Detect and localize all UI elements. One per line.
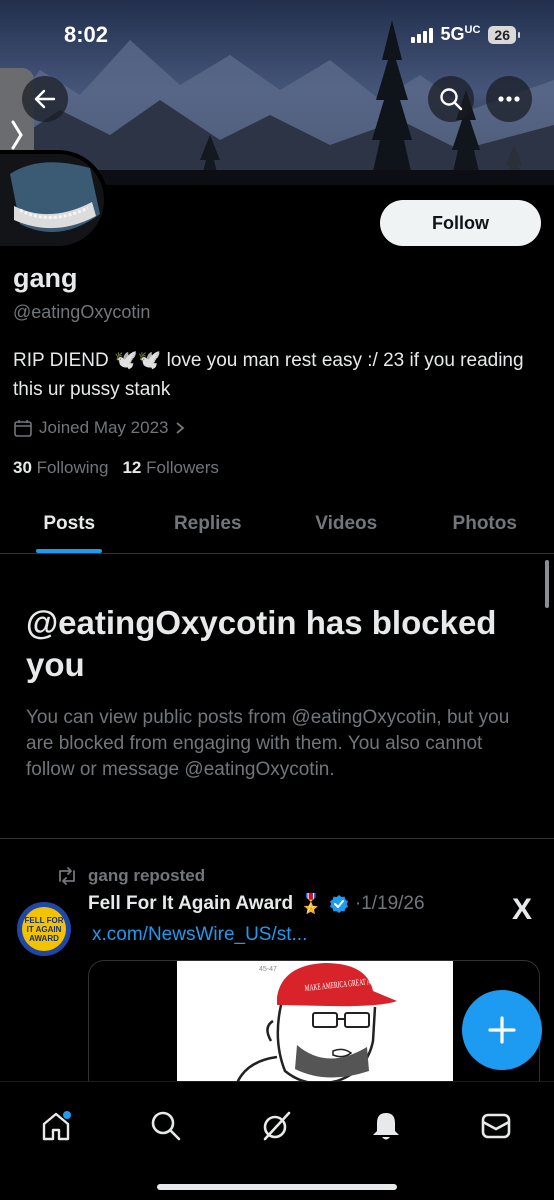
blocked-title: @eatingOxycotin has blocked you [26,604,497,683]
post-link[interactable]: x.com/NewsWire_US/st... [92,924,307,946]
tab-replies[interactable]: Replies [139,494,278,553]
calendar-icon [14,420,32,437]
repost-label: gang reposted [88,866,206,885]
medal-badge-icon: 🎖️ [299,894,323,915]
mail-icon [481,1113,511,1139]
repost-indicator[interactable]: gang reposted [56,866,205,886]
svg-text:45-47: 45-47 [259,966,277,973]
followers-link[interactable]: 12 Followers [122,458,218,478]
divider [0,838,554,839]
chevron-right-icon [176,422,185,434]
battery-indicator: 26 [488,25,520,44]
more-button[interactable] [486,76,532,122]
post-date: ·1/19/26 [354,893,425,914]
joined-date[interactable]: Joined May 2023 [13,418,186,438]
compose-button[interactable] [462,990,542,1070]
post-author-name[interactable]: Fell For It Again Award [88,893,293,915]
profile-name: gang [13,263,78,293]
profile-bio: RIP DIEND 🕊️🕊️ love you man rest easy :/… [13,350,524,400]
follow-counts: 30 Following 12 Followers [13,458,219,478]
more-icon [498,96,520,102]
chevron-right-icon [11,120,23,150]
x-logo-icon[interactable]: X [512,893,532,927]
profile-handle: @eatingOxycotin [13,302,151,322]
blocked-description: You can view public posts from @eatingOx… [26,707,510,780]
tab-photos[interactable]: Photos [416,494,554,553]
nav-messages[interactable] [474,1104,518,1148]
bottom-navigation [0,1081,554,1200]
nav-grok[interactable] [254,1104,298,1148]
status-bar: 8:02 5GUC 26 [0,0,554,70]
profile-tabs: Posts Replies Videos Photos [0,494,554,554]
plus-icon [488,1016,516,1044]
status-time: 8:02 [64,22,109,47]
signal-icon [410,27,433,43]
profile-avatar[interactable] [0,150,108,250]
network-type: 5GUC [440,24,481,44]
nav-notifications[interactable] [364,1104,408,1148]
grok-icon [263,1111,291,1141]
search-icon [440,88,463,111]
nav-home[interactable] [34,1104,78,1148]
search-button[interactable] [428,76,474,122]
avatar-logo-text: FELL FOR IT AGAIN AWARD [22,907,66,951]
search-icon [151,1111,181,1141]
home-icon [42,1111,71,1141]
bell-icon [373,1113,399,1140]
nav-search[interactable] [144,1104,188,1148]
verified-icon [329,895,348,913]
status-indicators: 5GUC 26 [410,24,520,45]
meme-image: MAKE AMERICA GREAT AGAIN 45-47 [177,961,453,1082]
joined-label: Joined May 2023 [39,418,169,437]
tab-videos[interactable]: Videos [277,494,416,553]
back-button[interactable] [22,76,68,122]
tab-posts[interactable]: Posts [0,494,139,553]
scrollbar[interactable] [545,560,549,608]
post-author-avatar[interactable]: FELL FOR IT AGAIN AWARD [17,902,71,956]
back-arrow-icon [34,89,56,109]
repost-icon [59,867,75,885]
post-header: Fell For It Again Award 🎖️ ·1/19/26 [88,892,425,916]
follow-button[interactable]: Follow [380,200,541,246]
home-indicator[interactable] [157,1184,397,1190]
following-link[interactable]: 30 Following [13,458,108,478]
